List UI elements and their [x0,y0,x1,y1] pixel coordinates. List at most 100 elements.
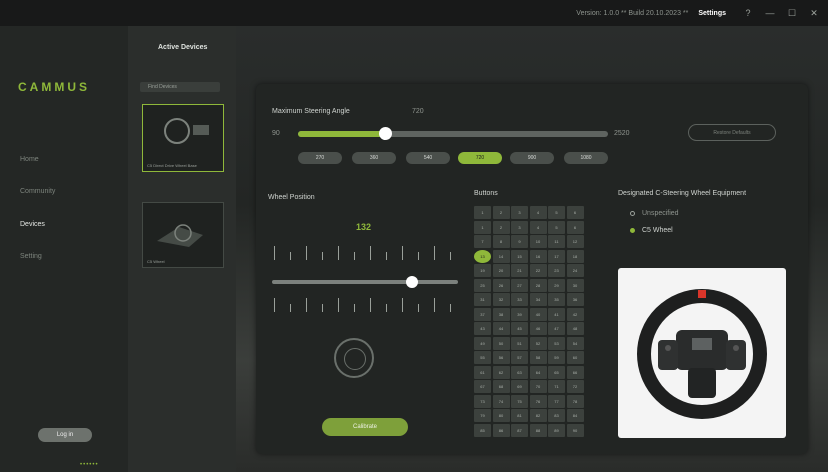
scale-tick [274,246,275,260]
steering-max-label: 2520 [614,130,630,137]
device-card-label: C5 Direct Drive Wheel Base [147,163,197,168]
scale-tick [370,246,371,260]
device-card-wheel[interactable]: C5 Wheel [142,202,224,268]
wheel-position-handle[interactable] [405,276,418,288]
close-icon[interactable]: ✕ [806,8,822,19]
version-info: Version: 1.0.0 ** Build 20.10.2023 ** [576,9,689,17]
button-cell: 12 [566,235,584,248]
button-cell: 33 [511,293,528,306]
steering-slider-handle[interactable] [378,127,392,140]
login-button[interactable]: Log in [38,428,92,442]
device-card-label: C5 Wheel [147,259,165,264]
scale-tick [418,252,419,260]
button-cell: 22 [529,264,547,277]
button-cell: 63 [511,365,528,379]
button-cell: 24 [566,264,584,277]
status-dots: •••••• [80,462,99,468]
button-cell: 41 [548,307,565,321]
option-unspecified[interactable]: Unspecified [642,210,679,217]
preset-720[interactable]: 720 [458,152,502,164]
steering-wheel-icon [334,338,374,378]
scale-tick [450,304,451,312]
button-cell: 84 [566,409,584,422]
button-cell: 7 [474,235,491,248]
button-cell: 3 [511,220,528,234]
wheel-base-thumbnail [164,118,209,144]
button-cell: 16 [529,249,547,263]
preset-360[interactable]: 360 [352,152,396,164]
button-cell: 56 [492,351,510,364]
button-cell: 31 [474,293,491,306]
button-cell: 9 [511,235,528,248]
scale-tick [290,252,291,260]
scale-tick [338,298,339,312]
radio-unspecified[interactable] [630,211,635,216]
find-devices[interactable]: Find Devices [140,82,220,92]
button-cell: 45 [511,322,528,335]
button-cell: 62 [492,365,510,379]
logo: CAMMUS [18,80,90,94]
button-cell: 70 [529,380,547,393]
button-cell: 49 [474,336,491,350]
button-cell: 18 [566,249,584,263]
button-cell: 76 [529,394,547,408]
scale-tick [418,304,419,312]
position-scale-bottom [274,298,456,312]
devices-title[interactable]: Active Devices [158,44,207,51]
button-cell: 1 [474,220,491,234]
steering-angle-value: 720 [412,108,424,115]
scale-tick [274,298,275,312]
nav-item-home[interactable]: Home [20,156,39,163]
preset-900[interactable]: 900 [510,152,554,164]
wheel-photo [618,268,786,438]
button-cell: 82 [529,409,547,422]
wheel-thumbnail [157,224,203,247]
button-cell: 88 [529,423,547,437]
calibrate-button[interactable]: Calibrate [322,418,408,436]
scale-tick [386,304,387,312]
button-cell: 83 [548,409,565,422]
wheel-position-label: Wheel Position [268,194,315,201]
nav-item-community[interactable]: Community [20,188,55,195]
option-c5-wheel[interactable]: C5 Wheel [642,227,673,234]
radio-c5-wheel[interactable] [630,228,635,233]
button-cell: 26 [492,278,510,292]
button-cell: 30 [566,278,584,292]
preset-270[interactable]: 270 [298,152,342,164]
button-cell: 57 [511,351,528,364]
minimize-icon[interactable]: — [762,8,778,18]
nav-item-setting[interactable]: Setting [20,253,42,260]
equipment-label: Designated C-Steering Wheel Equipment [618,190,747,197]
button-cell: 13 [474,249,491,263]
wheel-position-slider[interactable] [272,280,458,284]
button-cell: 27 [511,278,528,292]
button-cell: 5 [548,220,565,234]
button-cell: 87 [511,423,528,437]
device-card-base[interactable]: C5 Direct Drive Wheel Base [142,104,224,172]
preset-540[interactable]: 540 [406,152,450,164]
button-cell: 15 [511,249,528,263]
button-cell: 19 [474,264,491,277]
button-cell: 42 [566,307,584,321]
button-cell: 35 [548,293,565,306]
button-cell: 32 [492,293,510,306]
settings-link[interactable]: Settings [698,10,726,17]
button-cell: 69 [511,380,528,393]
wheel-position-value: 132 [356,222,372,232]
button-cell: 55 [474,351,491,364]
scale-tick [322,252,323,260]
maximize-icon[interactable]: ☐ [784,8,800,19]
button-cell: 86 [492,423,510,437]
restore-defaults-button[interactable]: Restore Defaults [688,124,776,141]
button-cell: 4 [529,220,547,234]
scale-tick [450,252,451,260]
button-cell: 36 [566,293,584,306]
preset-1080[interactable]: 1080 [564,152,608,164]
button-cell: 17 [548,249,565,263]
help-icon[interactable]: ? [740,8,756,18]
button-cell: 6 [566,220,584,234]
button-cell: 47 [548,322,565,335]
nav-item-devices[interactable]: Devices [20,221,45,228]
button-header: 3 [511,206,528,219]
button-cell: 68 [492,380,510,393]
